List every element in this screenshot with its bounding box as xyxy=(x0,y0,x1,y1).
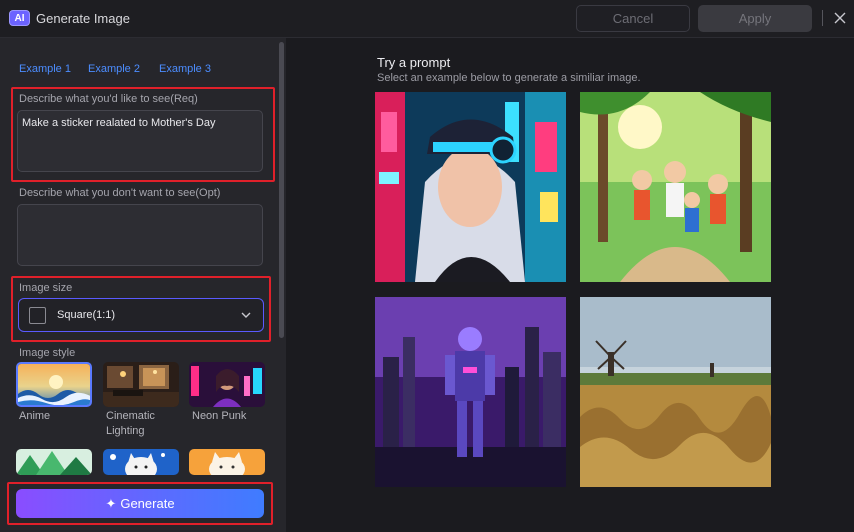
style-anime-thumb[interactable] xyxy=(16,362,92,407)
cat-sticker-blue-image xyxy=(103,449,179,475)
cancel-button[interactable]: Cancel xyxy=(576,5,690,32)
style-thumb-row2-1[interactable] xyxy=(16,449,92,475)
example-image-anime-kids[interactable] xyxy=(580,92,771,282)
example-2-link[interactable]: Example 2 xyxy=(88,63,140,75)
neon-punk-portrait-image xyxy=(189,362,265,407)
window-title: Generate Image xyxy=(36,11,130,26)
windmill-field-image xyxy=(580,297,771,487)
titlebar-divider xyxy=(822,10,823,26)
sparkle-icon: ✦ xyxy=(105,496,117,511)
generate-label: Generate xyxy=(120,496,175,511)
scrollbar-thumb[interactable] xyxy=(279,42,284,338)
image-style-label: Image style xyxy=(19,347,76,359)
example-image-windmill-field[interactable] xyxy=(580,297,771,487)
anime-kids-forest-image xyxy=(580,92,771,282)
anime-wave-image xyxy=(18,364,90,405)
try-prompt-title: Try a prompt xyxy=(377,55,451,70)
image-size-label: Image size xyxy=(19,282,73,294)
robot-city-image xyxy=(375,297,566,487)
prompt-label: Describe what you'd like to see(Req) xyxy=(19,93,198,105)
style-neon-punk-thumb[interactable] xyxy=(189,362,265,407)
style-thumb-row2-2[interactable] xyxy=(103,449,179,475)
app-logo-icon: AI xyxy=(9,10,30,26)
cinematic-room-image xyxy=(103,362,179,407)
example-3-link[interactable]: Example 3 xyxy=(159,63,211,75)
image-size-select[interactable]: Square(1:1) xyxy=(18,298,264,332)
example-1-link[interactable]: Example 1 xyxy=(19,63,71,75)
generate-button[interactable]: ✦ Generate xyxy=(16,489,264,518)
negative-prompt-input[interactable] xyxy=(17,204,263,266)
cyberpunk-girl-image xyxy=(375,92,566,282)
style-cinematic-label-line2: Lighting xyxy=(106,425,145,437)
aspect-square-icon xyxy=(29,307,46,324)
example-image-robot-city[interactable] xyxy=(375,297,566,487)
close-icon[interactable] xyxy=(832,10,848,26)
apply-button[interactable]: Apply xyxy=(698,5,812,32)
try-prompt-subtitle: Select an example below to generate a si… xyxy=(377,72,641,84)
image-size-value: Square(1:1) xyxy=(57,309,116,321)
title-bar: AI Generate Image Cancel Apply xyxy=(0,0,854,38)
green-paper-art-image xyxy=(16,449,92,475)
style-cinematic-thumb[interactable] xyxy=(103,362,179,407)
negative-prompt-label: Describe what you don't want to see(Opt) xyxy=(19,187,221,199)
style-thumb-row2-3[interactable] xyxy=(189,449,265,475)
style-cinematic-label: Cinematic xyxy=(106,410,155,422)
example-image-cyberpunk-girl[interactable] xyxy=(375,92,566,282)
prompt-input[interactable] xyxy=(17,110,263,172)
chevron-down-icon xyxy=(241,312,251,318)
cat-sticker-orange-image xyxy=(189,449,265,475)
style-neon-punk-label: Neon Punk xyxy=(192,410,247,422)
style-anime-label: Anime xyxy=(19,410,51,422)
